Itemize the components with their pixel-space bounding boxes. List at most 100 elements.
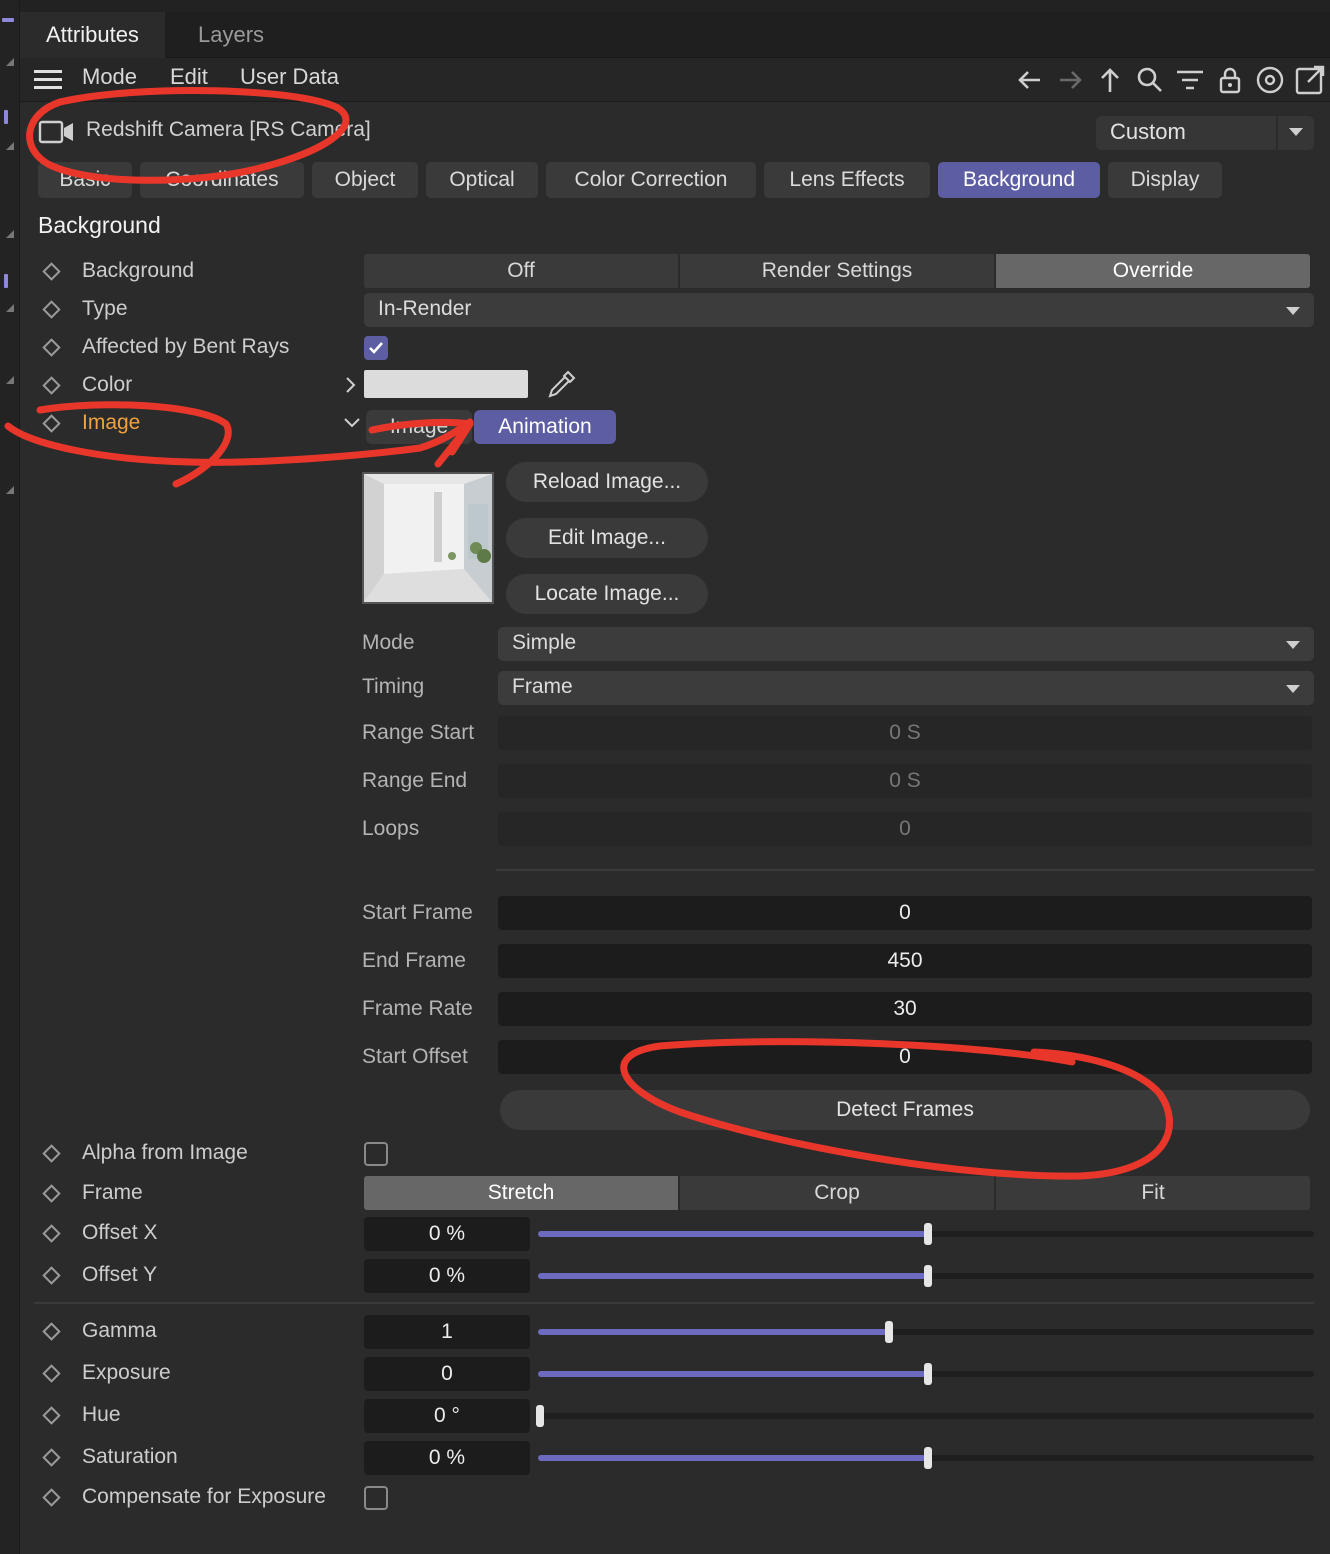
bent-rays-checkbox[interactable] — [364, 336, 388, 360]
frame-label: Frame — [82, 1181, 143, 1204]
chevron-down-icon[interactable] — [342, 414, 362, 432]
start-offset-field[interactable]: 0 — [498, 1040, 1312, 1074]
hamburger-icon[interactable] — [34, 70, 62, 90]
tab-color-correction[interactable]: Color Correction — [546, 162, 756, 198]
start-offset-label: Start Offset — [362, 1045, 468, 1068]
end-frame-field[interactable]: 450 — [498, 944, 1312, 978]
slider-handle[interactable] — [536, 1405, 544, 1427]
range-end-field[interactable]: 0 S — [498, 764, 1312, 798]
arrow-left-icon[interactable] — [1014, 64, 1046, 96]
frame-option-crop[interactable]: Crop — [680, 1176, 996, 1210]
anim-mode-dropdown[interactable]: Simple — [498, 627, 1314, 661]
type-dropdown[interactable]: In-Render — [364, 293, 1314, 327]
keyframe-diamond-icon[interactable] — [42, 300, 61, 319]
menu-edit[interactable]: Edit — [170, 64, 208, 90]
subtab-image[interactable]: Image — [366, 410, 472, 444]
exposure-slider[interactable] — [538, 1363, 1314, 1385]
tab-background[interactable]: Background — [938, 162, 1100, 198]
camera-icon — [38, 120, 73, 144]
slider-fill — [538, 1371, 926, 1377]
slider-handle[interactable] — [885, 1321, 894, 1343]
keyframe-diamond-icon[interactable] — [42, 1364, 61, 1383]
search-icon[interactable] — [1134, 64, 1166, 96]
background-option-override[interactable]: Override — [996, 254, 1310, 288]
tab-display[interactable]: Display — [1108, 162, 1222, 198]
slider-handle[interactable] — [924, 1363, 932, 1385]
frame-rate-field[interactable]: 30 — [498, 992, 1312, 1026]
strip-corner-icon — [6, 486, 14, 494]
loops-field[interactable]: 0 — [498, 812, 1312, 846]
anim-timing-dropdown[interactable]: Frame — [498, 671, 1314, 705]
edit-image-button[interactable]: Edit Image... — [506, 518, 708, 558]
target-icon[interactable] — [1254, 64, 1286, 96]
saturation-label: Saturation — [82, 1445, 178, 1468]
gamma-slider[interactable] — [538, 1321, 1314, 1343]
saturation-slider[interactable] — [538, 1447, 1314, 1469]
subtab-animation[interactable]: Animation — [474, 410, 616, 444]
keyframe-diamond-icon[interactable] — [42, 1488, 61, 1507]
arrow-right-icon[interactable] — [1054, 64, 1086, 96]
strip-marker — [4, 110, 8, 124]
menu-mode[interactable]: Mode — [82, 64, 137, 90]
checkmark-icon — [369, 342, 383, 354]
saturation-field[interactable]: 0 % — [364, 1441, 530, 1475]
range-start-label: Range Start — [362, 721, 475, 744]
new-window-icon[interactable] — [1294, 64, 1326, 96]
menu-user-data[interactable]: User Data — [240, 64, 339, 90]
color-label: Color — [82, 373, 133, 396]
chevron-down-icon[interactable] — [1289, 128, 1303, 136]
preset-label: Custom — [1110, 119, 1186, 144]
gamma-field[interactable]: 1 — [364, 1315, 530, 1349]
keyframe-diamond-icon[interactable] — [42, 1224, 61, 1243]
slider-handle[interactable] — [924, 1447, 932, 1469]
color-swatch[interactable] — [364, 370, 528, 398]
locate-image-button[interactable]: Locate Image... — [506, 574, 708, 614]
tab-layers[interactable]: Layers — [172, 12, 290, 58]
offset-x-slider[interactable] — [538, 1223, 1314, 1245]
keyframe-diamond-icon[interactable] — [42, 1144, 61, 1163]
tab-object[interactable]: Object — [312, 162, 418, 198]
offset-y-field[interactable]: 0 % — [364, 1259, 530, 1293]
frame-option-stretch[interactable]: Stretch — [364, 1176, 680, 1210]
keyframe-diamond-icon[interactable] — [42, 1184, 61, 1203]
slider-handle[interactable] — [924, 1265, 932, 1287]
keyframe-diamond-icon[interactable] — [42, 1406, 61, 1425]
keyframe-diamond-icon[interactable] — [42, 1322, 61, 1341]
hue-field[interactable]: 0 ° — [364, 1399, 530, 1433]
left-tool-strip — [0, 0, 20, 1554]
hue-slider[interactable] — [536, 1405, 1314, 1427]
keyframe-diamond-icon[interactable] — [42, 414, 61, 433]
tab-attributes[interactable]: Attributes — [20, 12, 165, 58]
exposure-field[interactable]: 0 — [364, 1357, 530, 1391]
alpha-checkbox[interactable] — [364, 1142, 388, 1166]
background-option-off[interactable]: Off — [364, 254, 680, 288]
tab-lens-effects[interactable]: Lens Effects — [764, 162, 930, 198]
arrow-up-icon[interactable] — [1094, 64, 1126, 96]
background-option-render-settings[interactable]: Render Settings — [680, 254, 996, 288]
range-start-field[interactable]: 0 S — [498, 716, 1312, 750]
tab-basic[interactable]: Basic — [38, 162, 132, 198]
keyframe-diamond-icon[interactable] — [42, 262, 61, 281]
keyframe-diamond-icon[interactable] — [42, 1266, 61, 1285]
image-thumbnail[interactable] — [362, 472, 494, 604]
range-end-label: Range End — [362, 769, 468, 792]
chevron-right-icon[interactable] — [342, 375, 360, 395]
compensate-checkbox[interactable] — [364, 1486, 388, 1510]
start-frame-field[interactable]: 0 — [498, 896, 1312, 930]
tab-optical[interactable]: Optical — [426, 162, 538, 198]
keyframe-diamond-icon[interactable] — [42, 1448, 61, 1467]
offset-x-field[interactable]: 0 % — [364, 1217, 530, 1251]
slider-handle[interactable] — [924, 1223, 932, 1245]
eyedropper-icon[interactable] — [546, 368, 578, 400]
slider-fill — [538, 1273, 926, 1279]
filter-icon[interactable] — [1174, 64, 1206, 96]
lock-icon[interactable] — [1214, 64, 1246, 96]
detect-frames-button[interactable]: Detect Frames — [500, 1090, 1310, 1130]
frame-option-fit[interactable]: Fit — [996, 1176, 1310, 1210]
offset-y-slider[interactable] — [538, 1265, 1314, 1287]
keyframe-diamond-icon[interactable] — [42, 338, 61, 357]
reload-image-button[interactable]: Reload Image... — [506, 462, 708, 502]
top-strip — [20, 0, 1330, 12]
keyframe-diamond-icon[interactable] — [42, 376, 61, 395]
tab-coordinates[interactable]: Coordinates — [140, 162, 304, 198]
